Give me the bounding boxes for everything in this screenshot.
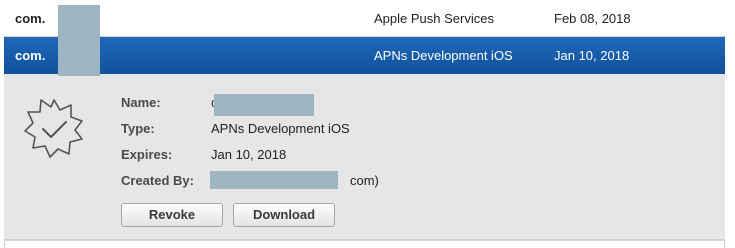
certificate-details-panel: Name: c Type: APNs Development iOS Expir… xyxy=(4,74,725,240)
created-by-value: com) xyxy=(350,173,379,188)
divider xyxy=(4,240,725,241)
certificate-type: Apple Push Services xyxy=(374,11,494,26)
certificate-name: com. xyxy=(15,11,46,26)
type-label: Type: xyxy=(121,121,155,136)
certificate-row[interactable]: com. Apple Push Services Feb 08, 2018 xyxy=(4,0,725,37)
created-by-label: Created By: xyxy=(121,173,194,188)
certificate-row-selected[interactable]: com. APNs Development iOS Jan 10, 2018 xyxy=(4,37,725,74)
redaction-block xyxy=(58,5,100,76)
certificate-expires: Jan 10, 2018 xyxy=(554,48,630,63)
download-button[interactable]: Download xyxy=(233,203,335,227)
certificate-type: APNs Development iOS xyxy=(374,48,513,63)
redaction-block xyxy=(210,171,338,189)
revoke-button[interactable]: Revoke xyxy=(121,203,223,227)
certificate-expires: Feb 08, 2018 xyxy=(554,11,631,26)
redaction-block xyxy=(214,94,314,116)
expires-value: Jan 10, 2018 xyxy=(211,147,287,162)
expires-label: Expires: xyxy=(121,147,173,162)
name-label: Name: xyxy=(121,95,161,110)
type-value: APNs Development iOS xyxy=(211,121,350,136)
certificate-name: com. xyxy=(15,48,46,63)
certificate-badge-icon xyxy=(24,99,83,158)
